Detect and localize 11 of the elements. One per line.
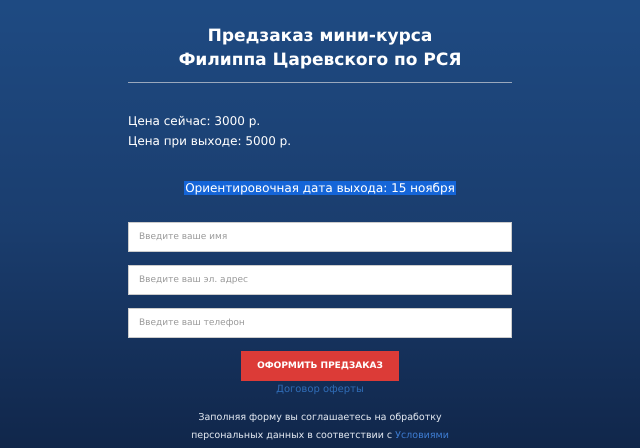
- price-text: Цена сейчас: 3000 р.: [128, 113, 262, 129]
- price-text: Цена при выходе: 5000 р.: [128, 133, 292, 149]
- input-field[interactable]: Введите ваш телефон: [128, 308, 512, 338]
- consent-text: Заполняя форму вы соглашаетесь на обработку персональных данных в соответствии с Условиями: [190, 411, 450, 443]
- preorder-button[interactable]: ОФОРМИТЬ ПРЕДЗАКАЗ: [241, 351, 399, 381]
- input-field[interactable]: Введите ваш эл. адрес: [128, 265, 512, 295]
- release-date-text: Ориентировочная дата выхода: 15 ноября: [184, 181, 456, 195]
- terms-link[interactable]: Условиями: [395, 430, 449, 441]
- offer-link[interactable]: Договор оферты: [276, 383, 364, 397]
- input-field[interactable]: Введите ваше имя: [128, 222, 512, 252]
- page-title: Предзаказ мини-курса Филиппа Царевского по РСЯ: [178, 25, 462, 72]
